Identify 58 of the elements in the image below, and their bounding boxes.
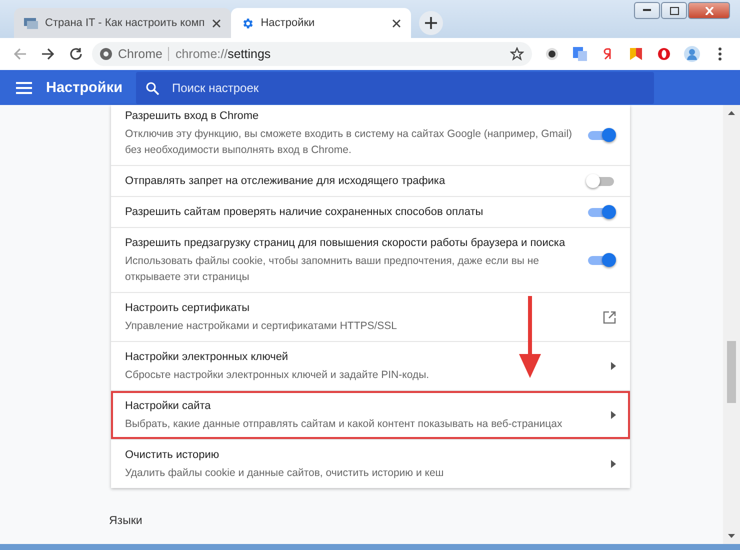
minimize-button[interactable] [634,2,660,19]
gear-icon [240,16,254,30]
setting-description: Управление настройками и сертификатами HTTPS/SSL [125,319,398,334]
setting-title: Очистить историю [125,448,220,463]
scrollbar[interactable] [723,105,740,544]
maximize-icon [670,6,678,14]
minimize-icon [643,9,651,12]
browser-tab[interactable]: Страна IT - Как настроить комп [14,8,231,38]
scrollbar-thumb[interactable] [727,341,736,403]
toggle-switch[interactable] [586,128,616,142]
setting-title: Разрешить предзагрузку страниц для повышения скорости работы браузера и поиска [125,236,566,251]
setting-description: Удалить файлы cookie и данные сайтов, очистить историю и кеш [125,466,445,481]
forward-arrow-icon [41,47,55,61]
scroll-down-icon[interactable] [728,534,735,538]
site-label: Chrome [118,47,162,61]
setting-row[interactable]: Разрешить предзагрузку страниц для повышения скорости работы браузера и поиска Использовать файлы cookie, чтобы запомнить ваши предпочтения, даже если вы не открываете эти страницы [111,227,630,292]
address-bar[interactable]: Chrome chrome://settings [92,42,532,66]
toggle-switch[interactable] [586,253,616,267]
chrome-icon [100,48,112,60]
search-icon [146,82,159,94]
url-text: chrome://settings [175,47,271,61]
setting-title: Настроить сертификаты [125,301,251,316]
site-icon [24,17,38,29]
setting-row[interactable]: Разрешить сайтам проверять наличие сохраненных способов оплаты [111,196,630,227]
chevron-right-icon[interactable] [611,411,616,419]
setting-title: Отправлять запрет на отслеживание для исходящего трафика [125,174,446,189]
external-link-icon[interactable] [603,310,616,324]
setting-row[interactable]: Очистить историю Удалить файлы cookie и данные сайтов, очистить историю и кеш [111,439,630,488]
setting-row[interactable]: Разрешить вход в Chrome Отключив эту функцию, вы сможете входить в систему на сайтах Google (например, Gmail) без необходимости выполнять вход в Chrome. [111,105,630,165]
setting-description: Выбрать, какие данные отправлять сайтам и какой контент показывать на веб-страницах [125,417,564,432]
scroll-up-icon[interactable] [728,111,735,115]
back-arrow-icon [13,47,27,61]
close-button[interactable] [688,2,730,19]
maximize-button[interactable] [661,2,687,19]
new-tab-button[interactable] [418,11,443,35]
search-field[interactable]: Поиск настроек [136,72,654,104]
chevron-right-icon[interactable] [611,460,616,468]
setting-row[interactable]: Отправлять запрет на отслеживание для исходящего трафика [111,165,630,196]
browser-tab[interactable]: Настройки [230,8,411,38]
chevron-right-icon[interactable] [611,362,616,370]
setting-title: Разрешить вход в Chrome [125,109,260,124]
setting-title: Настройки сайта [125,399,212,414]
reload-icon [69,47,83,61]
setting-title: Настройки электронных ключей [125,350,290,365]
close-icon[interactable] [392,18,401,28]
close-icon[interactable] [212,18,221,28]
page-title: Настройки [46,80,124,96]
section-heading: Языки [109,515,144,527]
star-icon[interactable] [510,47,524,61]
setting-title: Разрешить сайтам проверять наличие сохраненных способов оплаты [125,205,484,220]
toggle-switch[interactable] [586,174,616,188]
plus-icon [424,17,437,29]
toggle-switch[interactable] [586,205,616,219]
setting-description: Использовать файлы cookie, чтобы запомнить ваши предпочтения, даже если вы не открываете эти страницы [125,254,540,285]
setting-description: Отключив эту функцию, вы сможете входить в систему на сайтах Google (например, Gmail) без необходимости выполнять вход в Chrome. [125,127,574,158]
close-icon [704,6,714,14]
highlighted-setting-row[interactable]: Настройки сайта Выбрать, какие данные отправлять сайтам и какой контент показывать на веб-страницах [111,390,630,439]
setting-description: Сбросьте настройки электронных ключей и задайте PIN-коды. [125,368,430,383]
